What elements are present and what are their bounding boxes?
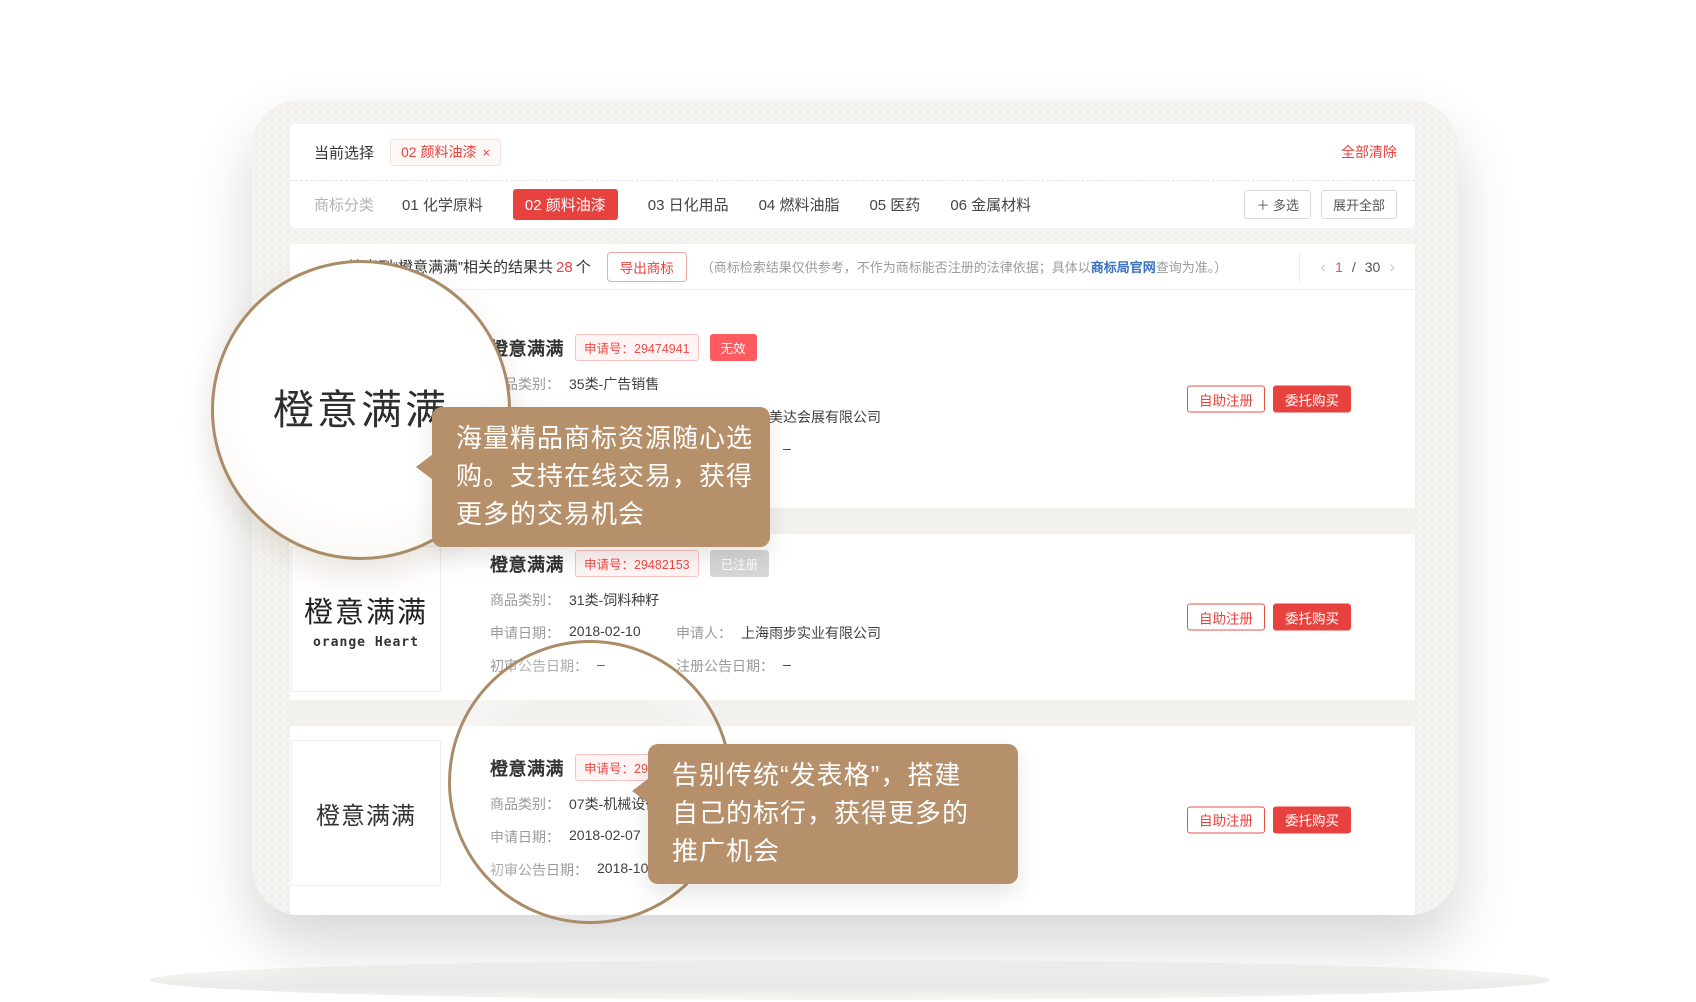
disclaimer-prefix: （商标检索结果仅供参考，不作为商标能否注册的法律依据；具体以 — [701, 260, 1091, 275]
filter-panel: 当前选择 02 颜料油漆 × 全部清除 商标分类 01 化学原料 02 颜料油漆… — [290, 124, 1415, 228]
pagination: ‹ 1 / 30 › — [1300, 257, 1415, 277]
pedestal-shadow — [150, 960, 1550, 1000]
category-label: 商品类别： — [490, 794, 560, 814]
results-count-value: 28 — [553, 259, 576, 276]
row-actions-3: 自助注册 委托购买 — [1187, 806, 1351, 833]
trademark-image-text: 橙意满满 — [316, 796, 416, 831]
application-number-value: 29474941 — [634, 342, 690, 356]
category-item-01[interactable]: 01 化学原料 — [402, 194, 483, 215]
trademark-office-link[interactable]: 商标局官网 — [1091, 260, 1156, 275]
application-number-label: 申请号： — [584, 342, 634, 356]
callout-line: 购。支持在线交易，获得 — [456, 457, 746, 495]
category-actions: ＋ 多选 展开全部 — [1244, 190, 1397, 219]
category-label: 商品类别： — [490, 590, 560, 610]
results-count-suffix: 个 — [576, 259, 591, 276]
entrust-buy-button[interactable]: 委托购买 — [1273, 806, 1351, 833]
entrust-buy-button[interactable]: 委托购买 — [1273, 604, 1351, 631]
selected-filter-chip-label: 02 颜料油漆 — [401, 142, 476, 162]
apply-date-label: 申请日期： — [490, 623, 560, 643]
application-number-label: 申请号： — [584, 762, 634, 776]
reg-pub-label: 注册公告日期： — [676, 656, 774, 676]
trademark-details-2: 橙意满满 申请号：29482153 已注册 商品类别： 31类-饲料种籽 申请日期… — [490, 534, 881, 676]
status-badge: 已注册 — [710, 550, 770, 577]
application-number-label: 申请号： — [584, 558, 634, 572]
first-pub-label: 初审公告日期： — [490, 860, 588, 880]
trademark-row-2: 橙意满满 orange Heart 橙意满满 申请号：29482153 已注册 … — [290, 534, 1415, 700]
category-row-label: 商标分类 — [314, 194, 374, 215]
multi-select-button[interactable]: ＋ 多选 — [1244, 190, 1311, 219]
remove-filter-icon[interactable]: × — [482, 145, 490, 160]
category-item-02-selected[interactable]: 02 颜料油漆 — [513, 189, 618, 220]
disclaimer-suffix: 查询为准。） — [1156, 260, 1228, 275]
apply-date-value: 2018-02-10 — [569, 623, 641, 643]
trademark-image-2[interactable]: 橙意满满 orange Heart — [291, 546, 441, 692]
self-register-button[interactable]: 自助注册 — [1187, 604, 1265, 631]
row-actions-1: 自助注册 委托购买 — [1187, 386, 1351, 413]
row-separator — [290, 700, 1415, 726]
callout-arrow-icon — [416, 454, 433, 480]
reg-pub-value: – — [783, 656, 791, 676]
row-actions-2: 自助注册 委托购买 — [1187, 604, 1351, 631]
callout-line: 推广机会 — [672, 832, 994, 870]
entrust-buy-button[interactable]: 委托购买 — [1273, 386, 1351, 413]
category-item-05[interactable]: 05 医药 — [869, 194, 920, 215]
self-register-button[interactable]: 自助注册 — [1187, 386, 1265, 413]
trademark-image-3[interactable]: 橙意满满 — [291, 740, 441, 886]
trademark-image-text: 橙意满满 — [304, 589, 428, 631]
magnified-trademark-text: 橙意满满 — [273, 376, 449, 436]
first-pub-label: 初审公告日期： — [490, 656, 588, 676]
apply-date-value: 2018-02-07 — [569, 827, 641, 847]
results-header: 检索到“橙意满满”相关的结果共28个 导出商标 （商标检索结果仅供参考，不作为商… — [290, 244, 1415, 290]
reg-pub-value: – — [783, 440, 791, 460]
trademark-name[interactable]: 橙意满满 — [490, 755, 564, 781]
trademark-image-subtext: orange Heart — [313, 635, 419, 650]
pagination-next-icon[interactable]: › — [1389, 257, 1395, 277]
clear-all-button[interactable]: 全部清除 — [1341, 142, 1397, 162]
export-trademarks-button[interactable]: 导出商标 — [607, 252, 687, 282]
application-number-value: 29482153 — [634, 558, 690, 572]
pagination-separator: / — [1352, 259, 1356, 275]
category-value: 31类-饲料种籽 — [569, 590, 659, 610]
callout-line: 海量精品商标资源随心选 — [456, 419, 746, 457]
category-row: 商标分类 01 化学原料 02 颜料油漆 03 日化用品 04 燃料油脂 05 … — [290, 181, 1415, 227]
callout-line: 告别传统“发表格”，搭建 — [672, 756, 994, 794]
pagination-total-pages: 30 — [1365, 259, 1381, 275]
page: 当前选择 02 颜料油漆 × 全部清除 商标分类 01 化学原料 02 颜料油漆… — [0, 0, 1696, 1002]
selected-filter-chip[interactable]: 02 颜料油漆 × — [390, 139, 501, 166]
callout-bubble-1: 海量精品商标资源随心选 购。支持在线交易，获得 更多的交易机会 — [432, 407, 770, 547]
pagination-current-page: 1 — [1335, 259, 1343, 275]
status-badge: 无效 — [710, 334, 757, 361]
current-selection-row: 当前选择 02 颜料油漆 × 全部清除 — [290, 124, 1415, 181]
callout-line: 更多的交易机会 — [456, 495, 746, 533]
applicant-value: 上海雨步实业有限公司 — [741, 623, 881, 643]
callout-line: 自己的标行，获得更多的 — [672, 794, 994, 832]
category-value: 35类-广告销售 — [569, 374, 659, 394]
application-number-tag: 申请号：29482153 — [575, 550, 699, 577]
application-number-tag: 申请号：29474941 — [575, 334, 699, 361]
callout-bubble-2: 告别传统“发表格”，搭建 自己的标行，获得更多的 推广机会 — [648, 744, 1018, 884]
category-item-04[interactable]: 04 燃料油脂 — [759, 194, 840, 215]
self-register-button[interactable]: 自助注册 — [1187, 806, 1265, 833]
applicant-label: 申请人： — [676, 623, 732, 643]
first-pub-value: – — [597, 656, 605, 676]
category-item-03[interactable]: 03 日化用品 — [648, 194, 729, 215]
apply-date-label: 申请日期： — [490, 827, 560, 847]
pagination-prev-icon[interactable]: ‹ — [1320, 257, 1326, 277]
expand-all-button[interactable]: 展开全部 — [1321, 190, 1397, 219]
category-item-06[interactable]: 06 金属材料 — [950, 194, 1031, 215]
current-selection-label: 当前选择 — [314, 142, 374, 163]
callout-arrow-icon — [632, 778, 649, 804]
trademark-name[interactable]: 橙意满满 — [490, 551, 564, 577]
disclaimer-text: （商标检索结果仅供参考，不作为商标能否注册的法律依据；具体以商标局官网查询为准。… — [701, 257, 1228, 276]
